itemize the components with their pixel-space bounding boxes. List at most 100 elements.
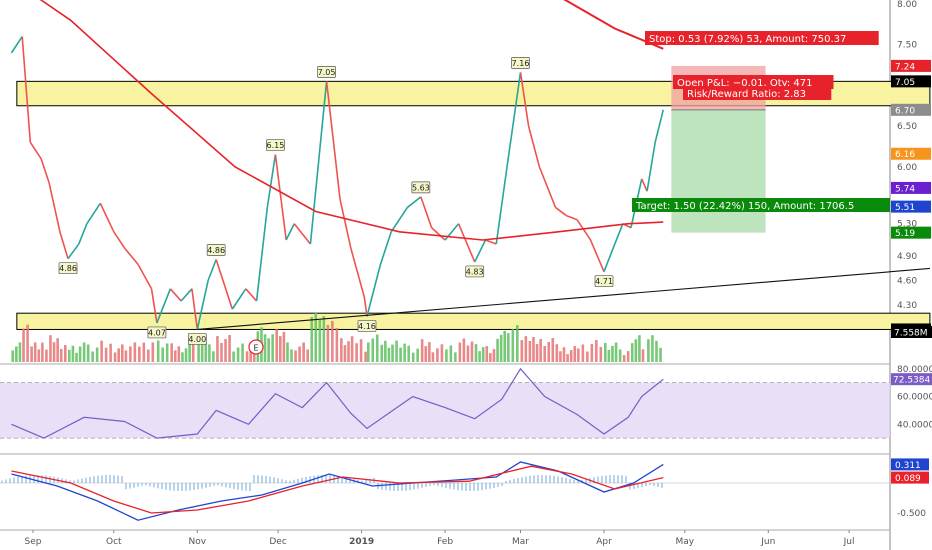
volume-bar	[559, 351, 562, 362]
volume-bar	[647, 339, 650, 362]
volume-bar	[177, 346, 181, 362]
target-zone	[671, 109, 766, 233]
volume-bar	[109, 343, 112, 362]
volume-bar	[466, 345, 470, 362]
volume-bar	[104, 347, 108, 362]
volume-bar	[384, 340, 387, 362]
volume-bar	[391, 344, 394, 362]
price-tick-label: 6.50	[897, 122, 917, 132]
volume-bar	[310, 317, 314, 362]
macd-value-label: 0.311	[895, 461, 921, 471]
volume-bar	[71, 345, 75, 362]
swing-label: 4.86	[59, 264, 77, 273]
volume-bar	[492, 349, 496, 362]
volume-bar	[590, 343, 594, 362]
swing-label: 4.86	[207, 246, 225, 255]
volume-bar	[129, 346, 132, 362]
volume-bar	[294, 350, 297, 362]
rsi-value-label: 72.5384	[893, 376, 930, 386]
time-tick-label: Mar	[512, 537, 529, 547]
volume-bar	[26, 324, 29, 362]
volume-bar	[551, 338, 555, 362]
volume-bar	[241, 343, 244, 362]
volume-bar	[618, 349, 622, 362]
time-tick-label: May	[675, 537, 694, 547]
time-tick-label: Oct	[106, 537, 122, 547]
volume-bar	[191, 344, 195, 362]
volume-bar	[350, 336, 354, 362]
volume-bar	[151, 342, 155, 362]
volume-bar	[78, 346, 82, 362]
volume-bar	[286, 342, 289, 362]
swing-label: 4.00	[188, 335, 206, 344]
volume-bar	[142, 342, 146, 362]
volume-bar	[380, 344, 384, 362]
volume-bar	[655, 340, 658, 362]
volume-bar	[204, 343, 208, 362]
volume-bar	[245, 351, 249, 362]
volume-bar	[407, 345, 410, 362]
volume-bar	[138, 346, 141, 362]
volume-bar	[133, 342, 137, 362]
volume-bar	[462, 338, 466, 362]
volume-bar	[485, 346, 489, 362]
swing-label: 6.15	[266, 141, 284, 150]
volume-bar	[375, 334, 379, 362]
volume-bar	[355, 343, 358, 362]
volume-bar	[45, 349, 48, 362]
volume-bar	[481, 347, 485, 362]
volume-bar	[278, 336, 282, 362]
volume-bar	[604, 342, 607, 362]
volume-bar	[599, 346, 603, 362]
volume-bar	[212, 351, 215, 362]
volume-bar	[507, 333, 510, 362]
volume-bar	[581, 344, 585, 362]
volume-bar	[359, 339, 363, 362]
volume-bar	[184, 348, 188, 362]
volume-bar	[458, 342, 462, 362]
rsi-tick-label: 60.0000	[897, 393, 932, 403]
volume-bar	[535, 344, 539, 362]
volume-bar	[638, 335, 641, 362]
volume-bar	[516, 325, 519, 362]
volume-bar	[271, 334, 274, 362]
volume-bar	[326, 324, 330, 362]
volume-bar	[547, 342, 551, 362]
price-tick-label: 6.00	[897, 163, 917, 173]
time-tick-label: Sep	[25, 537, 42, 547]
price-tick-label: 4.90	[897, 252, 917, 262]
volume-bar	[416, 348, 419, 362]
volume-bar	[371, 338, 375, 362]
price-tag-label: 6.16	[895, 150, 915, 160]
volume-bar	[290, 349, 293, 362]
volume-bar	[577, 348, 580, 362]
volume-bar	[37, 349, 41, 362]
volume-bar	[95, 347, 99, 362]
volume-bar	[343, 345, 347, 362]
volume-bar	[470, 341, 474, 362]
volume-bar	[173, 350, 177, 362]
swing-label: 7.16	[512, 59, 530, 68]
volume-bar	[124, 350, 128, 362]
volume-bar	[474, 344, 478, 362]
volume-bar	[49, 335, 52, 362]
volume-bar	[216, 336, 219, 362]
volume-bar	[499, 334, 503, 362]
volume-bar	[59, 349, 63, 362]
volume-bar	[340, 338, 343, 362]
volume-bar	[282, 332, 286, 362]
volume-bar	[335, 327, 339, 362]
volume-bar	[275, 329, 279, 362]
swing-label: 4.07	[148, 328, 166, 337]
volume-bar	[30, 346, 33, 362]
volume-bar	[614, 342, 618, 362]
time-tick-label: Jul	[843, 537, 855, 547]
volume-bar	[322, 316, 326, 362]
volume-bar	[347, 341, 350, 362]
volume-bar	[33, 342, 37, 362]
volume-bar	[298, 346, 301, 362]
volume-bar	[503, 330, 507, 362]
volume-bar	[496, 338, 499, 362]
volume-bar	[562, 347, 566, 362]
volume-bar	[156, 340, 160, 362]
